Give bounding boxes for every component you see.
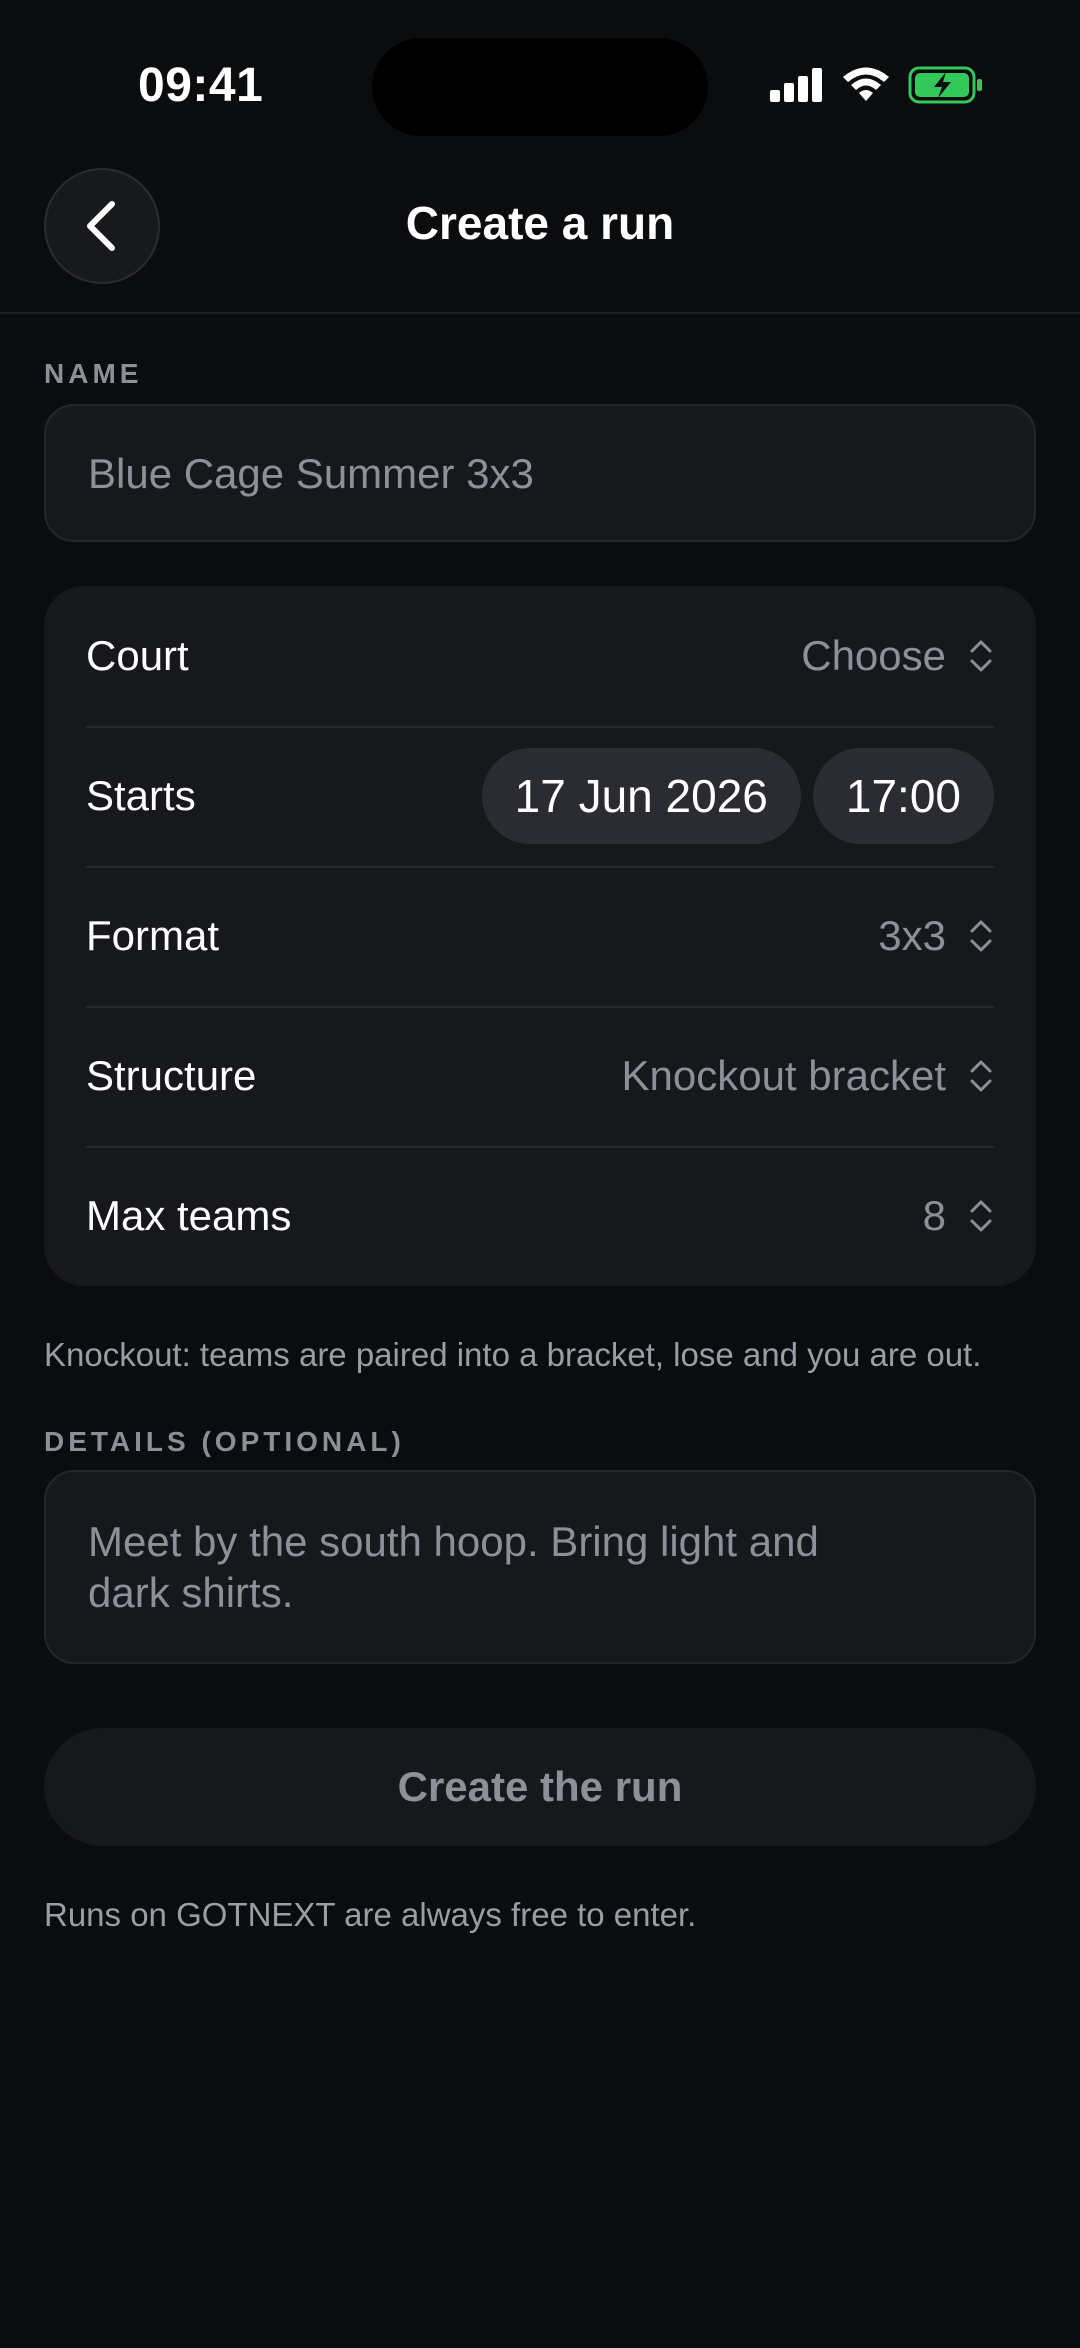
start-time-button[interactable]: 17:00 [812,748,994,844]
status-time: 09:41 [138,59,264,112]
chevron-up-down-icon [970,920,992,952]
chevron-up-down-icon [970,1060,992,1092]
details-placeholder: Meet by the south hoop. Bring light and … [88,1518,819,1616]
details-label: DETAILS (OPTIONAL) [44,1426,405,1457]
format-row[interactable]: Format 3x3 [86,866,994,1008]
chevron-up-down-icon [970,1200,992,1232]
run-settings-card: Court Choose Starts 17 Jun 2026 17:00 Fo… [44,586,1036,1286]
chevron-up-down-icon [970,640,992,672]
start-date-button[interactable]: 17 Jun 2026 [481,748,801,844]
status-bar: 09:41 [0,0,1080,160]
starts-label: Starts [86,772,196,819]
page-title: Create a run [405,197,675,249]
max-teams-row[interactable]: Max teams 8 [86,1146,994,1286]
name-label: NAME [44,358,143,389]
structure-helper-text: Knockout: teams are paired into a bracke… [44,1336,982,1373]
name-input-placeholder: Blue Cage Summer 3x3 [88,450,534,497]
battery-charging-icon [908,66,982,104]
court-row[interactable]: Court Choose [86,586,994,728]
format-value: 3x3 [878,912,946,959]
create-run-button[interactable]: Create the run [44,1728,1036,1846]
max-teams-value: 8 [922,1192,946,1239]
structure-value: Knockout bracket [621,1052,946,1099]
starts-row: Starts 17 Jun 2026 17:00 [86,726,994,868]
structure-row[interactable]: Structure Knockout bracket [86,1006,994,1148]
wifi-icon [843,67,889,101]
format-label: Format [86,912,220,959]
court-label: Court [86,632,189,679]
dynamic-island [372,38,708,136]
max-teams-label: Max teams [86,1192,292,1239]
header: Create a run [0,160,1080,314]
details-textarea[interactable]: Meet by the south hoop. Bring light and … [44,1470,1036,1664]
structure-label: Structure [86,1052,257,1099]
footer-note: Runs on GOTNEXT are always free to enter… [44,1896,697,1933]
court-value: Choose [801,632,946,679]
signal-icon [770,68,822,102]
name-input[interactable]: Blue Cage Summer 3x3 [44,404,1036,542]
status-icons [770,66,984,104]
